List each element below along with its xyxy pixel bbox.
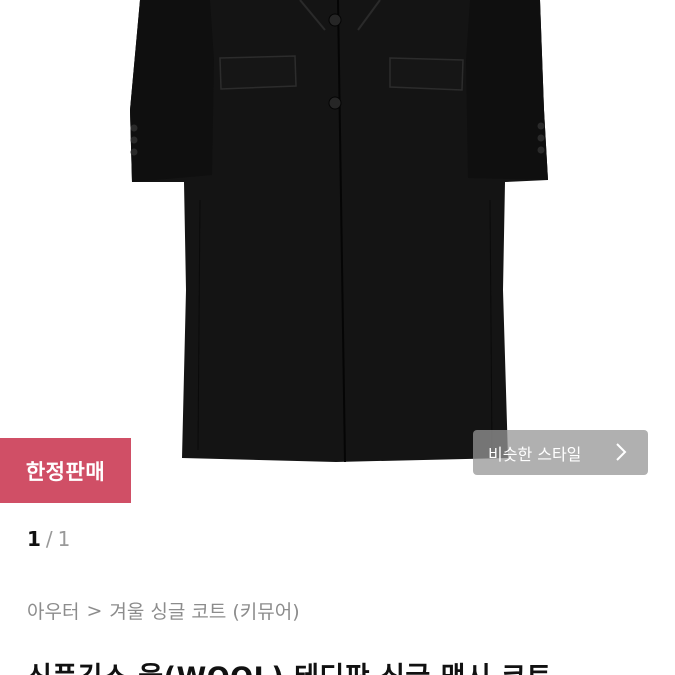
coat-button-1 bbox=[328, 13, 342, 27]
cuff-button bbox=[130, 136, 138, 144]
cuff-button bbox=[537, 134, 545, 142]
pager-total: 1 bbox=[57, 527, 71, 551]
breadcrumb: 아우터 > 겨울 싱글 코트 (키뮤어) bbox=[27, 597, 300, 624]
pager-separator: / bbox=[45, 527, 53, 551]
right-pocket-flap bbox=[389, 57, 464, 91]
breadcrumb-subcategory[interactable]: 겨울 싱글 코트 (키뮤어) bbox=[109, 597, 299, 624]
cuff-button bbox=[537, 122, 545, 130]
cuff-button bbox=[537, 146, 545, 154]
left-sleeve bbox=[130, 0, 214, 182]
similar-style-button[interactable]: 비슷한 스타일 bbox=[473, 430, 648, 475]
limited-sale-badge: 한정판매 bbox=[0, 438, 131, 503]
limited-sale-label: 한정판매 bbox=[25, 459, 106, 484]
coat-button-2 bbox=[328, 96, 342, 110]
pager-current: 1 bbox=[27, 527, 41, 551]
product-title: 신풍긴스 울(WOOL) 테디판 싱글 맥시 코트 bbox=[27, 655, 552, 675]
cuff-button bbox=[130, 148, 138, 156]
product-detail-page: 한정판매 비슷한 스타일 1 / 1 아우터 > 겨울 싱글 코트 (키뮤어) … bbox=[0, 0, 675, 675]
chevron-right-icon bbox=[616, 443, 627, 461]
left-pocket-flap bbox=[219, 55, 297, 90]
image-pager: 1 / 1 bbox=[27, 527, 70, 551]
right-sleeve bbox=[466, 0, 548, 180]
similar-style-label: 비슷한 스타일 bbox=[488, 444, 582, 464]
breadcrumb-category[interactable]: 아우터 bbox=[27, 597, 79, 624]
cuff-button bbox=[130, 124, 138, 132]
breadcrumb-separator: > bbox=[86, 599, 103, 622]
